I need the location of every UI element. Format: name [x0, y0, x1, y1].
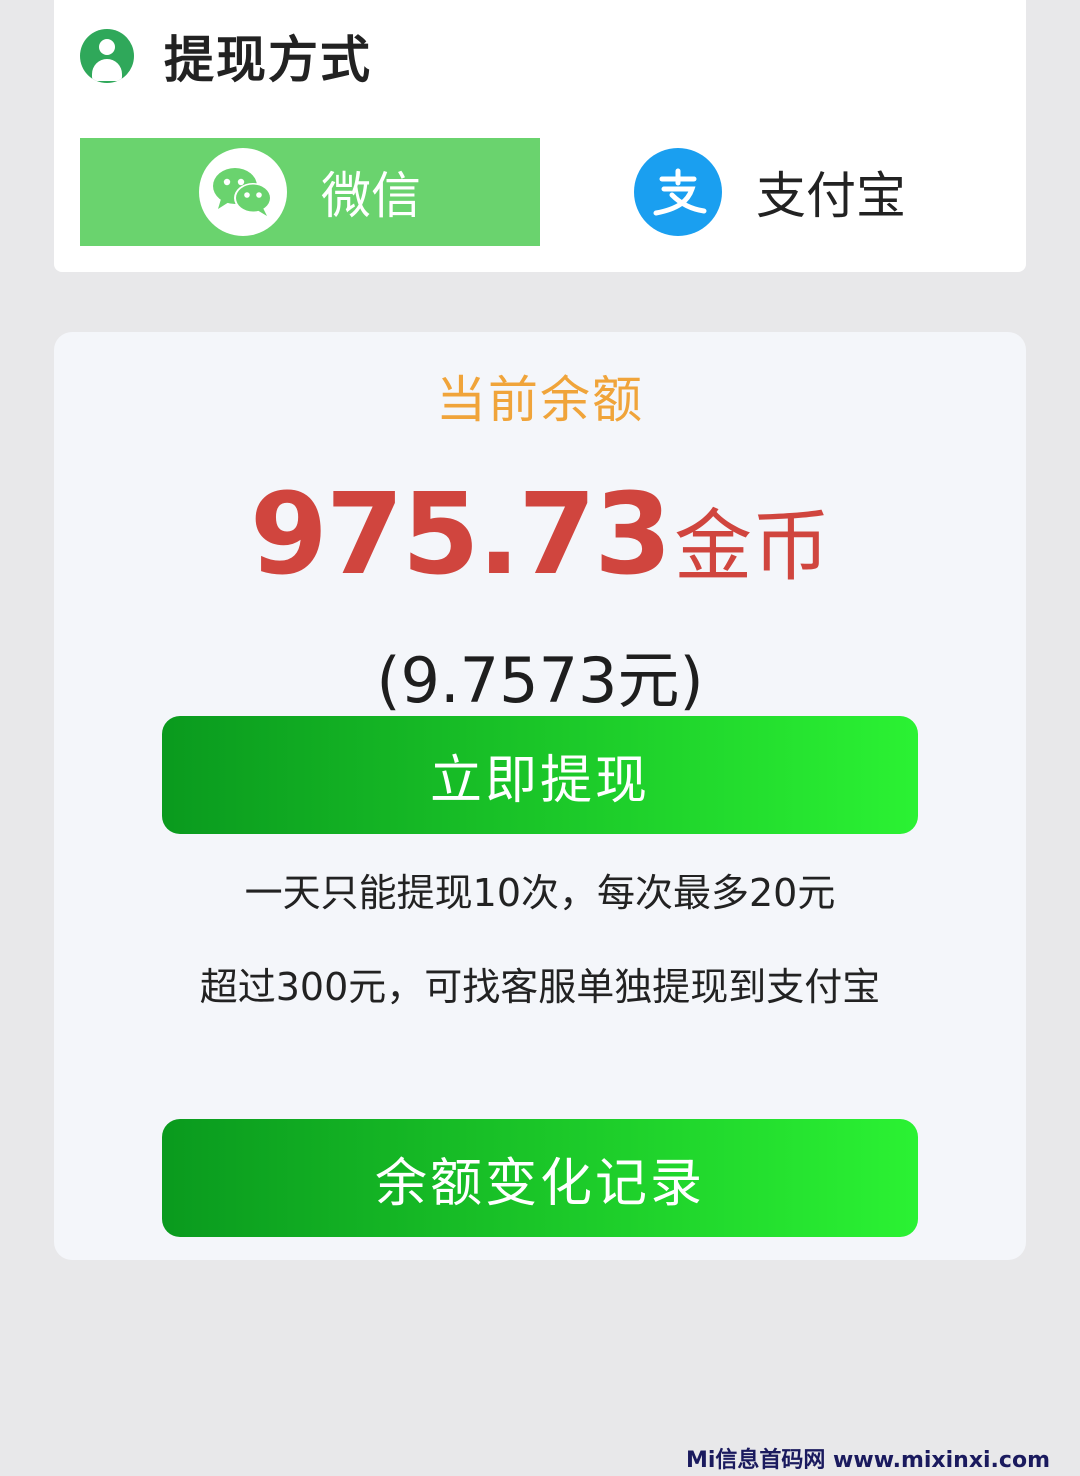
withdraw-page: 提现方式 微信 支付宝 当前余额 975.73 金币 (9.7573元) 立即提…	[0, 0, 1080, 1476]
balance-history-button[interactable]: 余额变化记录	[162, 1119, 918, 1237]
balance-amount: 975.73 金币	[54, 470, 1026, 600]
balance-amount-unit: 金币	[674, 502, 831, 592]
withdraw-method-header: 提现方式	[80, 24, 372, 89]
balance-amount-value: 975.73	[249, 470, 672, 600]
wechat-icon	[199, 148, 287, 236]
withdraw-method-title: 提现方式	[164, 31, 372, 89]
option-alipay-label: 支付宝	[756, 167, 906, 225]
option-wechat-label: 微信	[321, 167, 421, 225]
balance-card: 当前余额 975.73 金币 (9.7573元) 立即提现 一天只能提现10次，…	[54, 332, 1026, 1260]
withdraw-rule-daily-limit: 一天只能提现10次，每次最多20元	[244, 871, 836, 915]
balance-label: 当前余额	[436, 371, 644, 429]
withdraw-method-card: 提现方式 微信 支付宝	[54, 0, 1026, 272]
balance-yuan-equivalent: (9.7573元)	[376, 644, 704, 717]
option-alipay[interactable]: 支付宝	[540, 138, 1000, 246]
withdraw-now-button[interactable]: 立即提现	[162, 716, 918, 834]
withdraw-method-options: 微信 支付宝	[80, 138, 1000, 246]
withdraw-rule-large-amount: 超过300元，可找客服单独提现到支付宝	[199, 965, 881, 1009]
watermark: Mi信息首码网 www.mixinxi.com	[685, 1448, 1050, 1473]
alipay-icon	[634, 148, 722, 236]
option-wechat[interactable]: 微信	[80, 138, 540, 246]
user-icon	[80, 29, 134, 83]
